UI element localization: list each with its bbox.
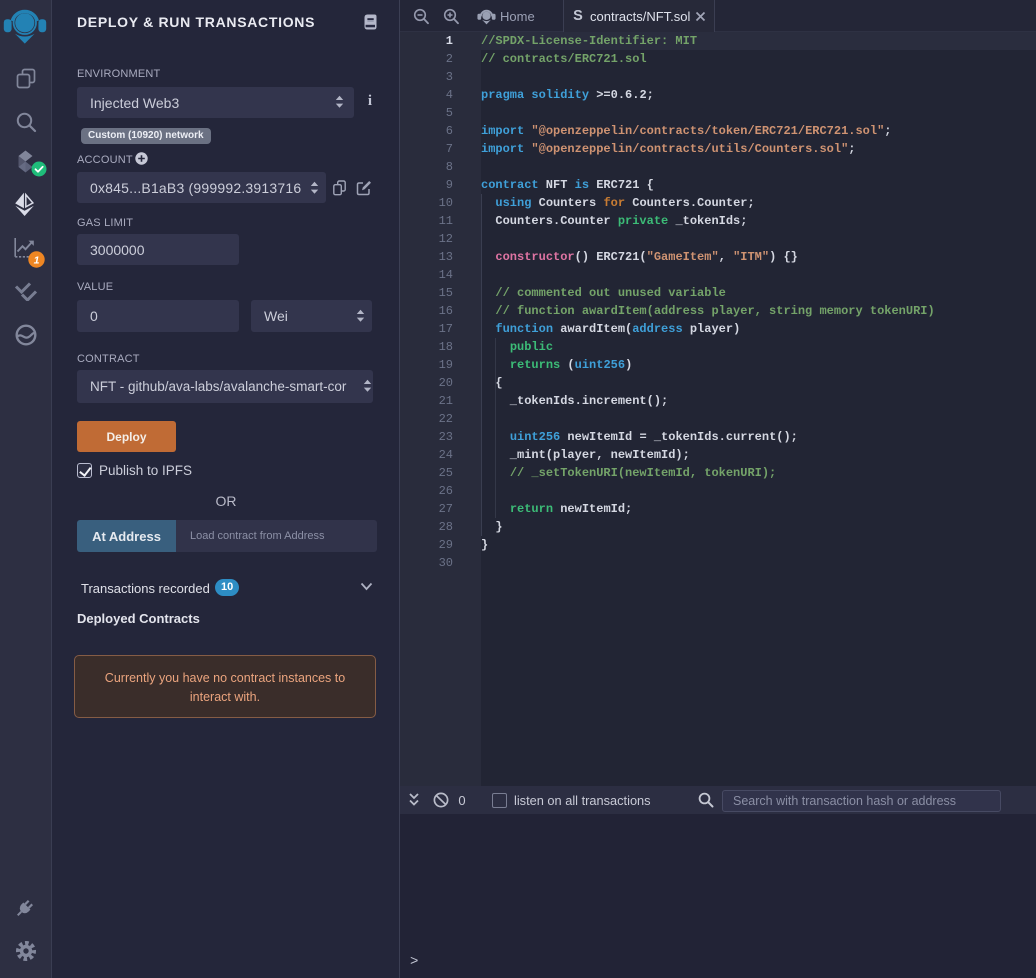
- svg-text:1: 1: [34, 254, 40, 266]
